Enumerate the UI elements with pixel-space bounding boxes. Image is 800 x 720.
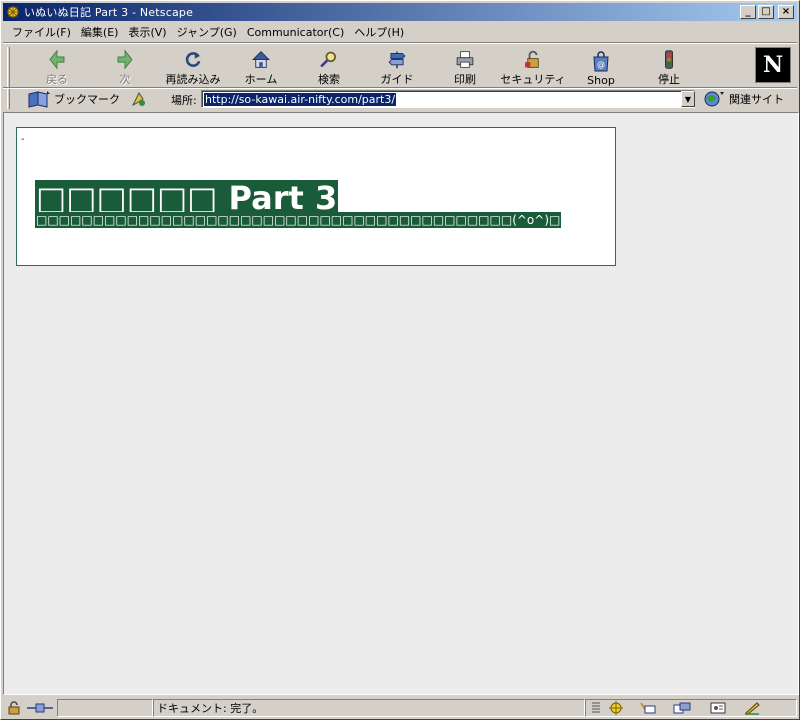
- navigation-toolbar: 戻る 次 再読み込み ホーム 検索 ガイド 印刷 セキュリティ @ Shop 停…: [3, 45, 797, 89]
- svg-text:@: @: [597, 60, 605, 69]
- page-content-area[interactable]: - □□□□□□ Part 3 □□□□□□□□□□□□□□□□□□□□□□□□…: [3, 112, 799, 695]
- related-sites-button[interactable]: 関連サイト: [703, 90, 784, 108]
- menu-edit[interactable]: 編集(E): [76, 24, 124, 40]
- composer-icon[interactable]: [743, 700, 761, 716]
- print-button[interactable]: 印刷: [433, 47, 497, 87]
- security-button[interactable]: セキュリティ: [500, 47, 566, 87]
- location-grip[interactable]: [7, 89, 10, 109]
- stop-label: 停止: [658, 73, 680, 86]
- stop-traffic-light-icon: [665, 50, 673, 69]
- shop-button[interactable]: @ Shop: [569, 47, 633, 87]
- search-label: 検索: [318, 73, 340, 86]
- home-icon: [252, 51, 270, 68]
- close-button[interactable]: ×: [778, 5, 794, 19]
- menu-communicator[interactable]: Communicator(C): [242, 26, 349, 39]
- minimize-button[interactable]: _: [740, 5, 756, 19]
- forward-arrow-icon: [117, 49, 133, 70]
- netscape-app-icon: [5, 4, 21, 20]
- forward-button[interactable]: 次: [93, 47, 157, 87]
- status-text: ドキュメント: 完了。: [153, 699, 585, 717]
- stop-button[interactable]: 停止: [637, 47, 701, 87]
- location-toolbar: ブックマーク 場所: http://so-kawai.air-nifty.com…: [3, 89, 797, 109]
- back-arrow-icon: [49, 49, 65, 70]
- guide-button[interactable]: ガイド: [365, 47, 429, 87]
- mail-icon[interactable]: [639, 700, 657, 716]
- blog-description: □□□□□□□□□□□□□□□□□□□□□□□□□□□□□□□□□□□□□□□□…: [35, 212, 562, 228]
- menu-bar: ファイル(F) 編集(E) 表示(V) ジャンプ(G) Communicator…: [3, 22, 797, 42]
- printer-icon: [456, 51, 474, 68]
- address-book-icon[interactable]: [709, 700, 727, 716]
- menu-file[interactable]: ファイル(F): [7, 24, 76, 40]
- back-label: 戻る: [46, 73, 68, 86]
- discussion-groups-icon[interactable]: [673, 700, 691, 716]
- reload-label: 再読み込み: [165, 73, 221, 86]
- browser-window: いぬいぬ日記 Part 3 - Netscape _ □ × ファイル(F) 編…: [0, 0, 800, 720]
- url-input[interactable]: http://so-kawai.air-nifty.com/part3/: [201, 90, 695, 108]
- blog-header-box: - □□□□□□ Part 3 □□□□□□□□□□□□□□□□□□□□□□□□…: [16, 127, 616, 266]
- menu-view[interactable]: 表示(V): [123, 24, 171, 40]
- blog-title[interactable]: □□□□□□ Part 3: [35, 180, 339, 216]
- title-bar[interactable]: いぬいぬ日記 Part 3 - Netscape _ □ ×: [3, 3, 797, 21]
- related-sites-label: 関連サイト: [729, 93, 784, 106]
- url-text: http://so-kawai.air-nifty.com/part3/: [204, 92, 397, 106]
- connection-plug-icon: [25, 700, 55, 716]
- security-lock-icon: [525, 50, 539, 68]
- status-bar: ドキュメント: 完了。: [3, 698, 797, 718]
- component-bar-grip-icon[interactable]: [587, 700, 605, 716]
- reload-button[interactable]: 再読み込み: [161, 47, 225, 87]
- menu-go[interactable]: ジャンプ(G): [172, 24, 242, 40]
- maximize-button[interactable]: □: [758, 5, 774, 19]
- menu-help[interactable]: ヘルプ(H): [349, 24, 409, 40]
- home-label: ホーム: [244, 73, 278, 86]
- search-icon: [320, 51, 336, 68]
- home-button[interactable]: ホーム: [229, 47, 293, 87]
- progress-cell: [57, 699, 153, 717]
- navigator-icon[interactable]: [607, 700, 625, 716]
- window-title: いぬいぬ日記 Part 3 - Netscape: [24, 6, 194, 19]
- print-label: 印刷: [454, 73, 476, 86]
- toolbar-grip[interactable]: [7, 47, 10, 87]
- guide-label: ガイド: [380, 73, 414, 86]
- security-padlock-icon[interactable]: [5, 700, 23, 716]
- page-proxy-icon[interactable]: [130, 90, 148, 108]
- shop-bag-icon: @: [593, 51, 609, 72]
- bookmarks-button[interactable]: ブックマーク: [27, 90, 148, 108]
- location-label: 場所:: [171, 94, 197, 107]
- menu-separator: [3, 42, 797, 44]
- shop-label: Shop: [587, 74, 615, 87]
- back-button[interactable]: 戻る: [25, 47, 89, 87]
- search-button[interactable]: 検索: [297, 47, 361, 87]
- bookmarks-book-icon: [28, 91, 50, 108]
- reload-icon: [185, 52, 201, 67]
- url-dropdown-button[interactable]: ▼: [681, 91, 695, 107]
- guide-signpost-icon: [388, 51, 406, 69]
- bookmarks-label: ブックマーク: [54, 93, 120, 106]
- netscape-logo[interactable]: N: [755, 47, 791, 83]
- related-sites-globe-icon: [704, 91, 724, 107]
- header-dash: -: [21, 134, 25, 145]
- security-label: セキュリティ: [500, 73, 566, 86]
- forward-label: 次: [119, 73, 131, 86]
